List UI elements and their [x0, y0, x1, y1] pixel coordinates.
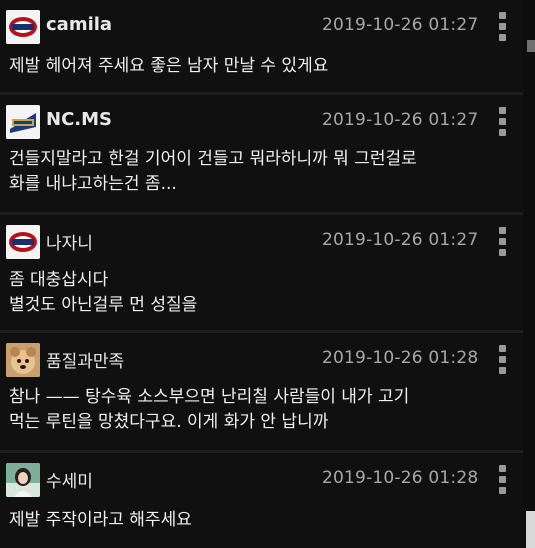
comment-author[interactable]: camila: [46, 14, 112, 35]
person-photo-icon[interactable]: [6, 463, 40, 497]
comment-item: camila 2019-10-26 01:27 제발 헤어져 주세요 좋은 남자…: [0, 0, 523, 95]
comment-timestamp: 2019-10-26 01:28: [322, 468, 479, 488]
comment-line: 제발 헤어져 주세요 좋은 남자 만날 수 있게요: [9, 56, 329, 76]
more-options-icon[interactable]: [492, 105, 514, 139]
comment-body: 건들지말라고 한걸 기어이 건들고 뭐라하니까 뭐 그런걸로 화를 내냐고하는건…: [9, 147, 417, 197]
comment-line: 참나 —— 탕수육 소스부으면 난리칠 사람들이 내가 고기: [9, 387, 410, 407]
scrollbar-thumb[interactable]: [526, 511, 535, 548]
more-options-icon[interactable]: [492, 463, 514, 497]
comment-item: 수세미 2019-10-26 01:28 제발 주작이라고 해주세요: [0, 453, 523, 548]
comment-line: 제발 주작이라고 해주세요: [9, 510, 192, 530]
comment-item: 나자니 2019-10-26 01:27 좀 대충삽시다 별것도 아닌걸루 먼 …: [0, 215, 523, 333]
comment-line: 먹는 루틴을 망쳤다구요. 이게 화가 안 납니까: [9, 412, 329, 432]
comment-body: 제발 주작이라고 해주세요: [9, 508, 192, 533]
team-logo-icon[interactable]: [6, 10, 40, 44]
comment-timestamp: 2019-10-26 01:27: [322, 230, 479, 250]
comment-body: 좀 대충삽시다 별것도 아닌걸루 먼 성질을: [9, 268, 197, 318]
more-options-icon[interactable]: [492, 343, 514, 377]
dog-photo-icon[interactable]: [6, 343, 40, 377]
comment-author[interactable]: 수세미: [46, 467, 93, 492]
comment-timestamp: 2019-10-26 01:27: [322, 110, 479, 130]
comment-line: 화를 내냐고하는건 좀...: [9, 174, 177, 194]
comment-timestamp: 2019-10-26 01:27: [322, 15, 479, 35]
comment-line: 별것도 아닌걸루 먼 성질을: [9, 295, 198, 315]
scrollbar[interactable]: [523, 0, 535, 548]
comment-body: 제발 헤어져 주세요 좋은 남자 만날 수 있게요: [9, 54, 328, 79]
comment-body: 참나 —— 탕수육 소스부으면 난리칠 사람들이 내가 고기 먹는 루틴을 망쳤…: [9, 385, 409, 435]
comment-author[interactable]: NC.MS: [46, 109, 112, 130]
team-logo-icon[interactable]: [6, 225, 40, 259]
comment-timestamp: 2019-10-26 01:28: [322, 348, 479, 368]
comment-author[interactable]: 품질과만족: [46, 347, 124, 372]
comment-item: NC.MS 2019-10-26 01:27 건들지말라고 한걸 기어이 건들고…: [0, 95, 523, 215]
comment-line: 건들지말라고 한걸 기어이 건들고 뭐라하니까 뭐 그런걸로: [9, 149, 417, 169]
more-options-icon[interactable]: [492, 10, 514, 44]
scrollbar-track-marker: [527, 40, 535, 52]
comment-line: 좀 대충삽시다: [9, 270, 109, 290]
comment-feed: camila 2019-10-26 01:27 제발 헤어져 주세요 좋은 남자…: [0, 0, 523, 548]
more-options-icon[interactable]: [492, 225, 514, 259]
comment-author[interactable]: 나자니: [46, 229, 93, 254]
comment-item: 품질과만족 2019-10-26 01:28 참나 —— 탕수육 소스부으면 난…: [0, 333, 523, 453]
team-logo-icon[interactable]: [6, 105, 40, 139]
